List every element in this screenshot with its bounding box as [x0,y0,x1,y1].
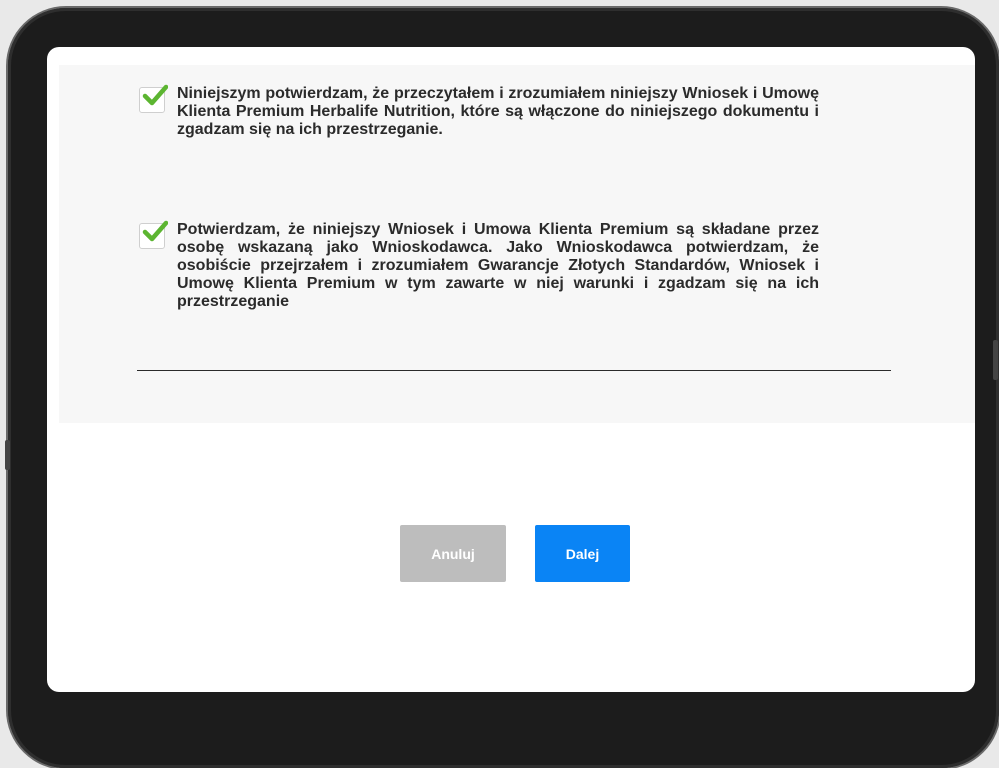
tablet-side-button [5,440,10,470]
consent-item-agreement: Niniejszym potwierdzam, że przeczytałem … [139,84,819,139]
consent-text: Potwierdzam, że niniejszy Wniosek i Umow… [177,221,819,310]
cancel-button[interactable]: Anuluj [400,525,506,582]
checkmark-icon [142,220,168,242]
agreement-checkbox[interactable] [139,84,168,113]
divider [137,370,891,371]
tablet-side-button [993,340,998,380]
next-button[interactable]: Dalej [535,525,630,582]
consent-text: Niniejszym potwierdzam, że przeczytałem … [177,85,819,138]
checkmark-icon [142,84,168,106]
consent-dialog: Niniejszym potwierdzam, że przeczytałem … [47,47,975,692]
consent-item-applicant: Potwierdzam, że niniejszy Wniosek i Umow… [139,220,819,311]
applicant-checkbox[interactable] [139,220,168,249]
consent-panel: Niniejszym potwierdzam, że przeczytałem … [59,65,975,423]
